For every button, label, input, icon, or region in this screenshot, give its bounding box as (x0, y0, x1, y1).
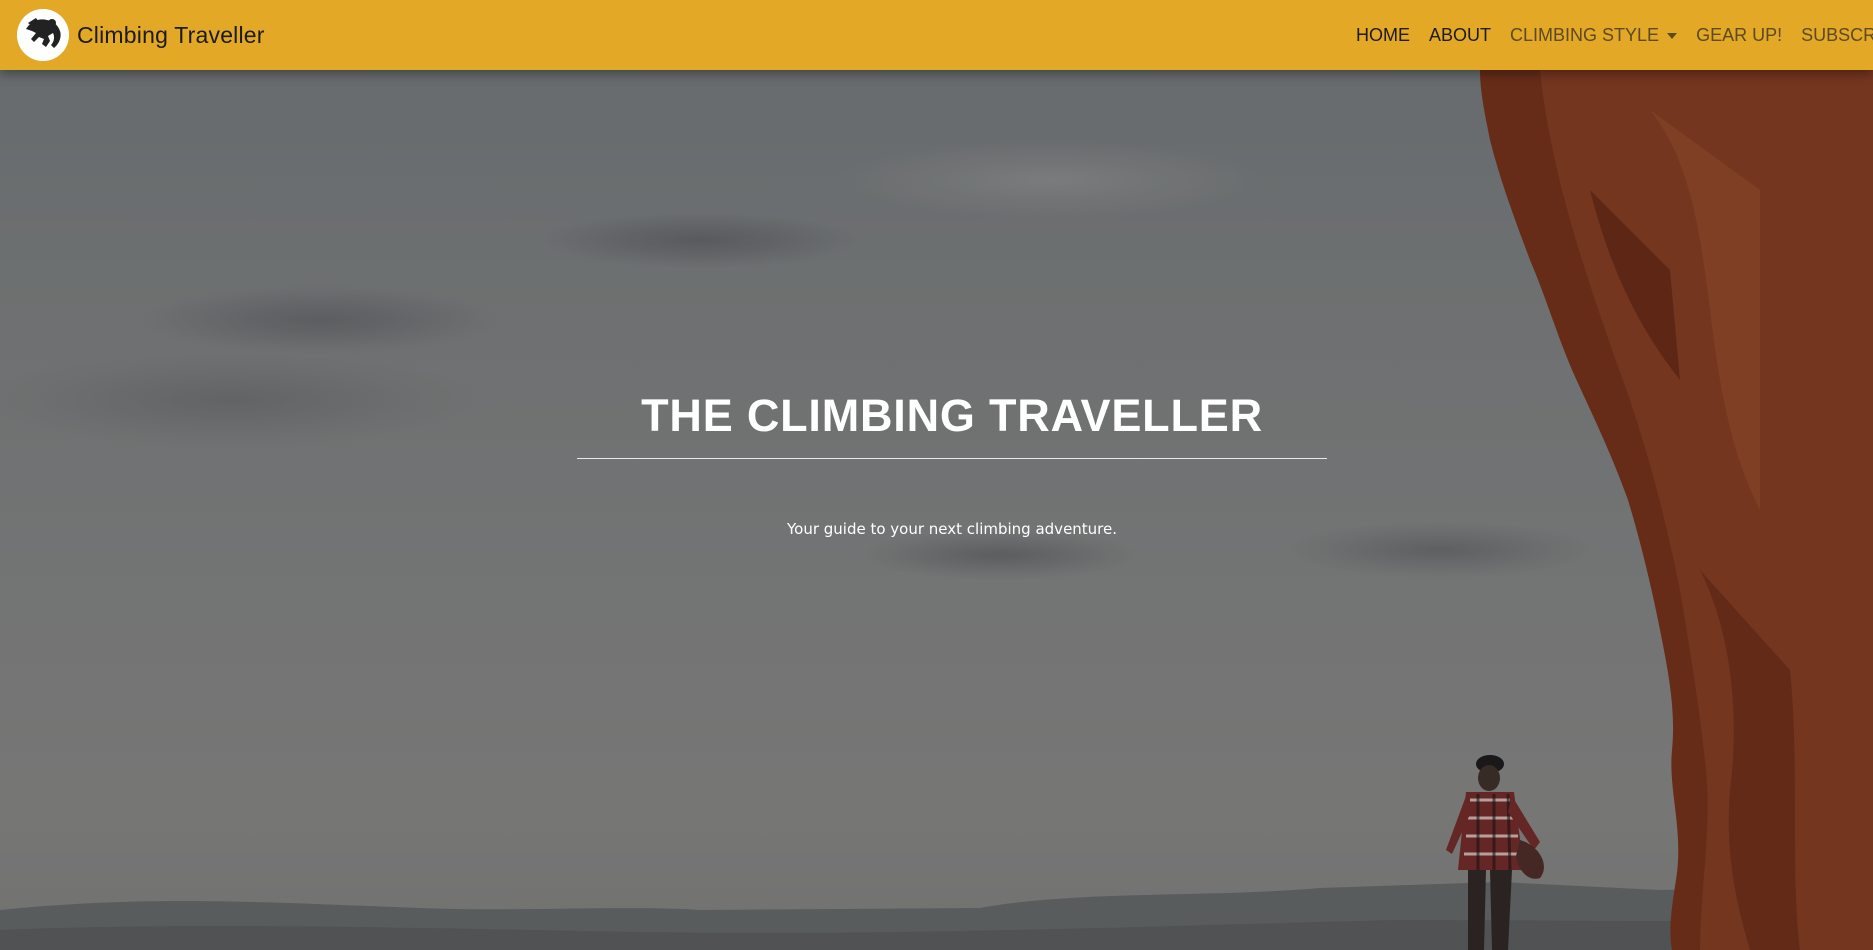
nav-about-link[interactable]: ABOUT (1429, 25, 1491, 46)
hero-title: THE CLIMBING TRAVELLER (641, 390, 1263, 441)
nav-gear-up-link[interactable]: GEAR UP! (1696, 25, 1782, 46)
nav-climbing-style-label: CLIMBING STYLE (1510, 24, 1660, 45)
main-nav: HOME ABOUT CLIMBING STYLE GEAR UP! SUBSC… (1356, 0, 1873, 70)
hero-subtitle: Your guide to your next climbing adventu… (786, 520, 1118, 538)
hero-content: THE CLIMBING TRAVELLER Your guide to you… (0, 70, 1873, 950)
caret-down-icon (1667, 33, 1678, 39)
nav-climbing-style-dropdown[interactable]: CLIMBING STYLE (1510, 24, 1678, 46)
brand-name: Climbing Traveller (77, 21, 265, 48)
climber-silhouette-icon (17, 9, 69, 61)
nav-home-link[interactable]: HOME (1356, 25, 1410, 46)
brand-link[interactable]: Climbing Traveller (17, 9, 265, 61)
hero-section: THE CLIMBING TRAVELLER Your guide to you… (0, 70, 1873, 950)
hero-divider (577, 458, 1327, 459)
nav-subscribe-link[interactable]: SUBSCRIBE (1801, 25, 1873, 46)
top-navbar: Climbing Traveller HOME ABOUT CLIMBING S… (0, 0, 1873, 70)
